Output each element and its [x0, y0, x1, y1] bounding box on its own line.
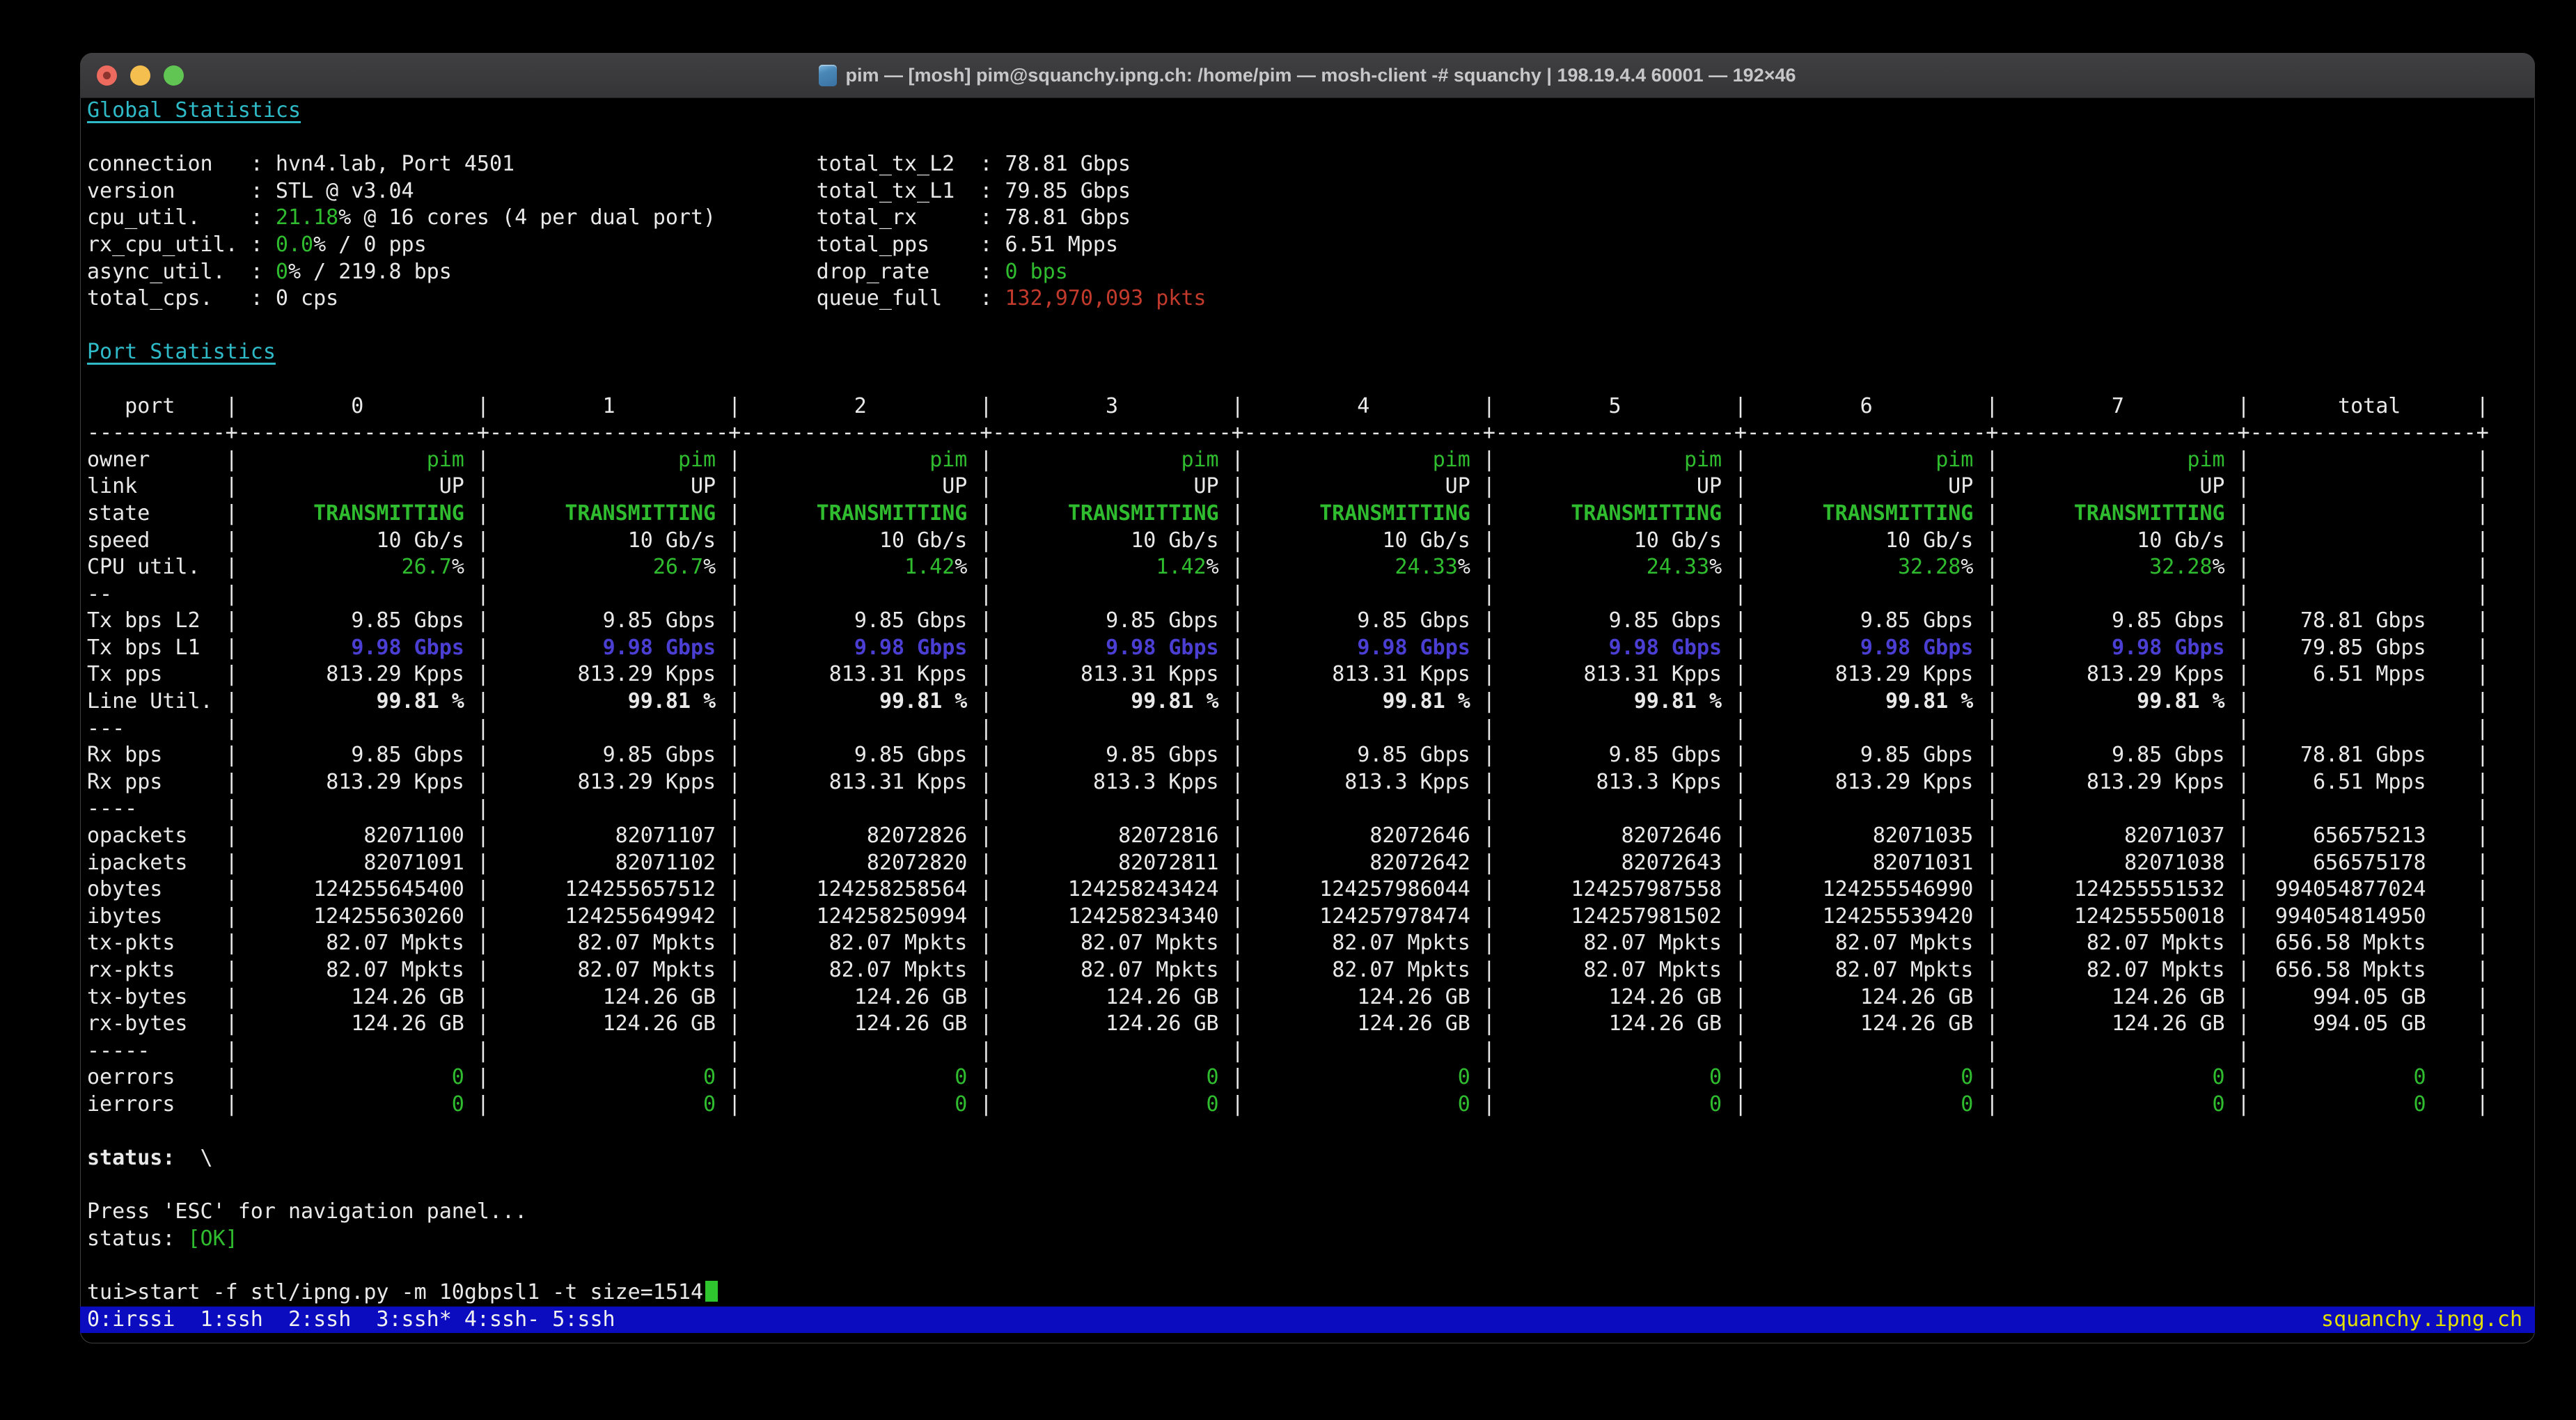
stat-value: 21.18 [276, 205, 338, 230]
status-badge: [OK] [188, 1226, 238, 1251]
window-title: pim — [mosh] pim@squanchy.ipng.ch: /home… [819, 65, 1796, 86]
table-row-tx-pkts: tx-pkts | 82.07 Mpkts | 82.07 Mpkts | 82… [87, 930, 2527, 957]
table-row-tx-bps-l1: Tx bps L1 | 9.98 Gbps | 9.98 Gbps | 9.98… [87, 635, 2527, 662]
stat-value: 79.85 Gbps [1005, 179, 1131, 203]
table-row-tx-pps: Tx pps | 813.29 Kpps | 813.29 Kpps | 813… [87, 661, 2527, 688]
stat-cpu-util: cpu_util.: 21.18% @ 16 cores (4 per dual… [87, 205, 2527, 232]
port-stats-heading: Port Statistics [87, 339, 2527, 366]
terminal-window: pim — [mosh] pim@squanchy.ipng.ch: /home… [80, 53, 2535, 1343]
press-esc-hint: Press 'ESC' for navigation panel... [87, 1199, 2527, 1226]
table-row-owner: owner | pim | pim | pim | pim | pim | pi… [87, 447, 2527, 474]
table-row-rx-bps: Rx bps | 9.85 Gbps | 9.85 Gbps | 9.85 Gb… [87, 742, 2527, 769]
text-cursor [705, 1281, 718, 1302]
stat-value: 0 cps [276, 286, 338, 310]
table-row-ibytes: ibytes | 124255630260 | 124255649942 | 1… [87, 904, 2527, 931]
table-row-rx-pps: Rx pps | 813.29 Kpps | 813.29 Kpps | 813… [87, 769, 2527, 796]
global-stats-heading: Global Statistics [87, 97, 2527, 125]
stat-value: 78.81 Gbps [1005, 152, 1131, 176]
zoom-button[interactable] [164, 65, 184, 86]
stat-value: 0 [276, 260, 288, 284]
table-row-rx-bytes: rx-bytes | 124.26 GB | 124.26 GB | 124.2… [87, 1011, 2527, 1038]
screen-window-list: 0:irssi 1:ssh 2:ssh 3:ssh* 4:ssh- 5:ssh [87, 1307, 615, 1334]
stat-total-cps: total_cps.: 0 cpsqueue_full: 132,970,093… [87, 285, 2527, 313]
table-separator-row: --- | | | | | | | | | | [87, 716, 2527, 743]
stat-value: 0 bps [1005, 260, 1067, 284]
stat-value: 0.0 [276, 232, 313, 257]
table-row-rx-pkts: rx-pkts | 82.07 Mpkts | 82.07 Mpkts | 82… [87, 957, 2527, 984]
status-spinner-line: status: \ [87, 1145, 2527, 1172]
status-label: status: [87, 1226, 188, 1251]
table-row-tx-bytes: tx-bytes | 124.26 GB | 124.26 GB | 124.2… [87, 984, 2527, 1011]
document-icon [819, 65, 837, 86]
port-statistics-table: port | 0 | 1 | 2 | 3 | 4 | 5 | 6 | 7 | t… [87, 393, 2527, 1119]
stat-rx-cpu-util: rx_cpu_util.: 0.0% / 0 ppstotal_pps: 6.5… [87, 232, 2527, 259]
table-separator-row: ---- | | | | | | | | | | [87, 796, 2527, 823]
command-line[interactable]: tui>start -f stl/ipng.py -m 10gbpsl1 -t … [87, 1279, 2527, 1307]
stat-value: hvn4.lab, Port 4501 [276, 152, 515, 176]
table-row-obytes: obytes | 124255645400 | 124255657512 | 1… [87, 876, 2527, 904]
terminal-screen[interactable]: Global Statistics connection: hvn4.lab, … [87, 97, 2527, 1343]
stat-version: version: STL @ v3.04total_tx_L1: 79.85 G… [87, 178, 2527, 205]
stat-value: 6.51 Mpps [1005, 232, 1118, 257]
table-row-ipackets: ipackets | 82071091 | 82071102 | 8207282… [87, 850, 2527, 877]
table-row-opackets: opackets | 82071100 | 82071107 | 8207282… [87, 823, 2527, 850]
stat-value: 78.81 Gbps [1005, 205, 1131, 230]
table-row-line-util-: Line Util. | 99.81 % | 99.81 % | 99.81 %… [87, 688, 2527, 716]
stat-async-util: async_util.: 0% / 219.8 bpsdrop_rate: 0 … [87, 259, 2527, 286]
table-row-tx-bps-l2: Tx bps L2 | 9.85 Gbps | 9.85 Gbps | 9.85… [87, 608, 2527, 635]
table-header-separator: -----------+-------------------+--------… [87, 420, 2527, 447]
command-input[interactable]: start -f stl/ipng.py -m 10gbpsl1 -t size… [137, 1280, 703, 1304]
table-row-ierrors: ierrors | 0 | 0 | 0 | 0 | 0 | 0 | 0 | 0 … [87, 1091, 2527, 1119]
close-button[interactable] [97, 65, 117, 86]
stat-value: 132,970,093 pkts [1005, 286, 1206, 310]
stat-connection: connection: hvn4.lab, Port 4501total_tx_… [87, 151, 2527, 178]
table-row-speed: speed | 10 Gb/s | 10 Gb/s | 10 Gb/s | 10… [87, 528, 2527, 555]
prompt: tui> [87, 1280, 137, 1304]
table-row-state: state | TRANSMITTING | TRANSMITTING | TR… [87, 500, 2527, 528]
table-row-link: link | UP | UP | UP | UP | UP | UP | UP … [87, 473, 2527, 500]
table-separator-row: ----- | | | | | | | | | | [87, 1038, 2527, 1065]
title-bar[interactable]: pim — [mosh] pim@squanchy.ipng.ch: /home… [80, 53, 2535, 98]
window-title-text: pim — [mosh] pim@squanchy.ipng.ch: /home… [845, 65, 1796, 86]
screen-hostname: squanchy.ipng.ch [2321, 1307, 2522, 1334]
table-header-row: port | 0 | 1 | 2 | 3 | 4 | 5 | 6 | 7 | t… [87, 393, 2527, 420]
spinner: \ [175, 1146, 212, 1170]
status-label: status: [87, 1146, 175, 1170]
table-row-cpu-util-: CPU util. | 26.7% | 26.7% | 1.42% | 1.42… [87, 554, 2527, 581]
status-ok-line: status: [OK] [87, 1226, 2527, 1253]
minimize-button[interactable] [130, 65, 150, 86]
table-separator-row: -- | | | | | | | | | | [87, 581, 2527, 608]
window-controls [97, 53, 184, 97]
stat-value: STL @ v3.04 [276, 179, 414, 203]
table-row-oerrors: oerrors | 0 | 0 | 0 | 0 | 0 | 0 | 0 | 0 … [87, 1064, 2527, 1091]
screen-status-bar: 0:irssi 1:ssh 2:ssh 3:ssh* 4:ssh- 5:ssh … [80, 1307, 2535, 1334]
